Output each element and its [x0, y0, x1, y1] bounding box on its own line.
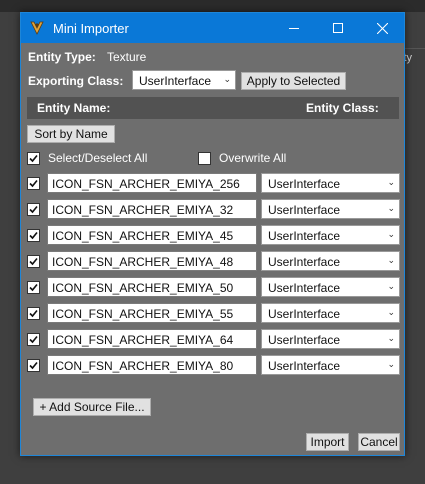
exporting-class-label: Exporting Class:	[28, 74, 124, 88]
maximize-button[interactable]	[316, 13, 360, 43]
entity-type-label: Entity Type:	[28, 50, 96, 64]
exporting-class-value: UserInterface	[139, 74, 212, 88]
entity-name-text: ICON_FSN_ARCHER_EMIYA_80	[52, 359, 234, 373]
app-logo-icon	[30, 21, 44, 35]
exporting-class-dropdown[interactable]: UserInterface ⌄	[132, 70, 236, 90]
apply-to-selected-button[interactable]: Apply to Selected	[241, 72, 346, 90]
cancel-button[interactable]: Cancel	[358, 433, 400, 451]
entity-name-field[interactable]: ICON_FSN_ARCHER_EMIYA_32	[47, 199, 257, 219]
entity-name-text: ICON_FSN_ARCHER_EMIYA_55	[52, 307, 234, 321]
background-divider	[405, 48, 425, 49]
entity-checkbox[interactable]	[27, 255, 40, 268]
entity-checkbox[interactable]	[27, 177, 40, 190]
chevron-down-icon: ⌄	[387, 229, 395, 239]
select-all-label: Select/Deselect All	[48, 151, 148, 165]
checkmark-icon	[29, 205, 38, 214]
entity-class-value: UserInterface	[268, 307, 341, 321]
entity-name-field[interactable]: ICON_FSN_ARCHER_EMIYA_80	[47, 355, 257, 375]
entity-class-dropdown[interactable]: UserInterface ⌄	[261, 355, 400, 375]
close-icon	[376, 22, 388, 34]
entity-checkbox[interactable]	[27, 333, 40, 346]
chevron-down-icon: ⌄	[387, 307, 395, 317]
entity-name-text: ICON_FSN_ARCHER_EMIYA_64	[52, 333, 234, 347]
import-button[interactable]: Import	[306, 433, 349, 451]
entity-class-value: UserInterface	[268, 177, 341, 191]
entity-class-dropdown[interactable]: UserInterface ⌄	[261, 225, 400, 245]
window-title: Mini Importer	[53, 21, 129, 36]
minimize-button[interactable]	[272, 13, 316, 43]
minimize-icon	[289, 28, 299, 29]
checkmark-icon	[29, 335, 38, 344]
entity-class-value: UserInterface	[268, 281, 341, 295]
overwrite-all-checkbox[interactable]	[198, 152, 211, 165]
mini-importer-window: Mini Importer Entity Type: Texture Expor…	[20, 12, 405, 456]
entity-class-header: Entity Class:	[306, 101, 379, 115]
chevron-down-icon: ⌄	[387, 177, 395, 187]
select-all-checkbox[interactable]	[27, 152, 40, 165]
entity-name-text: ICON_FSN_ARCHER_EMIYA_32	[52, 203, 234, 217]
checkmark-icon	[29, 361, 38, 370]
entity-class-dropdown[interactable]: UserInterface ⌄	[261, 173, 400, 193]
overwrite-all-label: Overwrite All	[219, 151, 287, 165]
chevron-down-icon: ⌄	[223, 74, 231, 84]
maximize-icon	[333, 23, 343, 33]
entity-name-field[interactable]: ICON_FSN_ARCHER_EMIYA_64	[47, 329, 257, 349]
entity-class-dropdown[interactable]: UserInterface ⌄	[261, 199, 400, 219]
entity-checkbox[interactable]	[27, 281, 40, 294]
entity-name-field[interactable]: ICON_FSN_ARCHER_EMIYA_55	[47, 303, 257, 323]
entity-name-field[interactable]: ICON_FSN_ARCHER_EMIYA_48	[47, 251, 257, 271]
entity-name-text: ICON_FSN_ARCHER_EMIYA_256	[52, 177, 240, 191]
entity-type-value: Texture	[107, 50, 147, 64]
checkmark-icon	[29, 179, 38, 188]
entity-class-dropdown[interactable]: UserInterface ⌄	[261, 329, 400, 349]
checkmark-icon	[29, 231, 38, 240]
entity-checkbox[interactable]	[27, 359, 40, 372]
checkmark-icon	[29, 154, 38, 163]
entity-name-field[interactable]: ICON_FSN_ARCHER_EMIYA_256	[47, 173, 257, 193]
close-button[interactable]	[360, 13, 404, 43]
add-source-file-button[interactable]: + Add Source File...	[33, 398, 151, 416]
entity-class-value: UserInterface	[268, 203, 341, 217]
entity-class-value: UserInterface	[268, 229, 341, 243]
entity-class-value: UserInterface	[268, 359, 341, 373]
chevron-down-icon: ⌄	[387, 203, 395, 213]
entity-checkbox[interactable]	[27, 229, 40, 242]
sort-by-name-button[interactable]: Sort by Name	[27, 125, 115, 143]
entity-name-text: ICON_FSN_ARCHER_EMIYA_48	[52, 255, 234, 269]
entity-list-header: Entity Name: Entity Class:	[27, 97, 399, 119]
entity-checkbox[interactable]	[27, 307, 40, 320]
entity-class-dropdown[interactable]: UserInterface ⌄	[261, 251, 400, 271]
entity-class-value: UserInterface	[268, 255, 341, 269]
entity-checkbox[interactable]	[27, 203, 40, 216]
checkmark-icon	[29, 309, 38, 318]
entity-name-text: ICON_FSN_ARCHER_EMIYA_45	[52, 229, 234, 243]
entity-name-header: Entity Name:	[37, 101, 111, 115]
chevron-down-icon: ⌄	[387, 281, 395, 291]
entity-class-value: UserInterface	[268, 333, 341, 347]
background-app-bar	[0, 0, 425, 12]
chevron-down-icon: ⌄	[387, 255, 395, 265]
entity-class-dropdown[interactable]: UserInterface ⌄	[261, 303, 400, 323]
entity-name-text: ICON_FSN_ARCHER_EMIYA_50	[52, 281, 234, 295]
chevron-down-icon: ⌄	[387, 359, 395, 369]
title-bar[interactable]: Mini Importer	[21, 13, 404, 43]
entity-name-field[interactable]: ICON_FSN_ARCHER_EMIYA_50	[47, 277, 257, 297]
checkmark-icon	[29, 283, 38, 292]
entity-class-dropdown[interactable]: UserInterface ⌄	[261, 277, 400, 297]
chevron-down-icon: ⌄	[387, 333, 395, 343]
entity-name-field[interactable]: ICON_FSN_ARCHER_EMIYA_45	[47, 225, 257, 245]
checkmark-icon	[29, 257, 38, 266]
